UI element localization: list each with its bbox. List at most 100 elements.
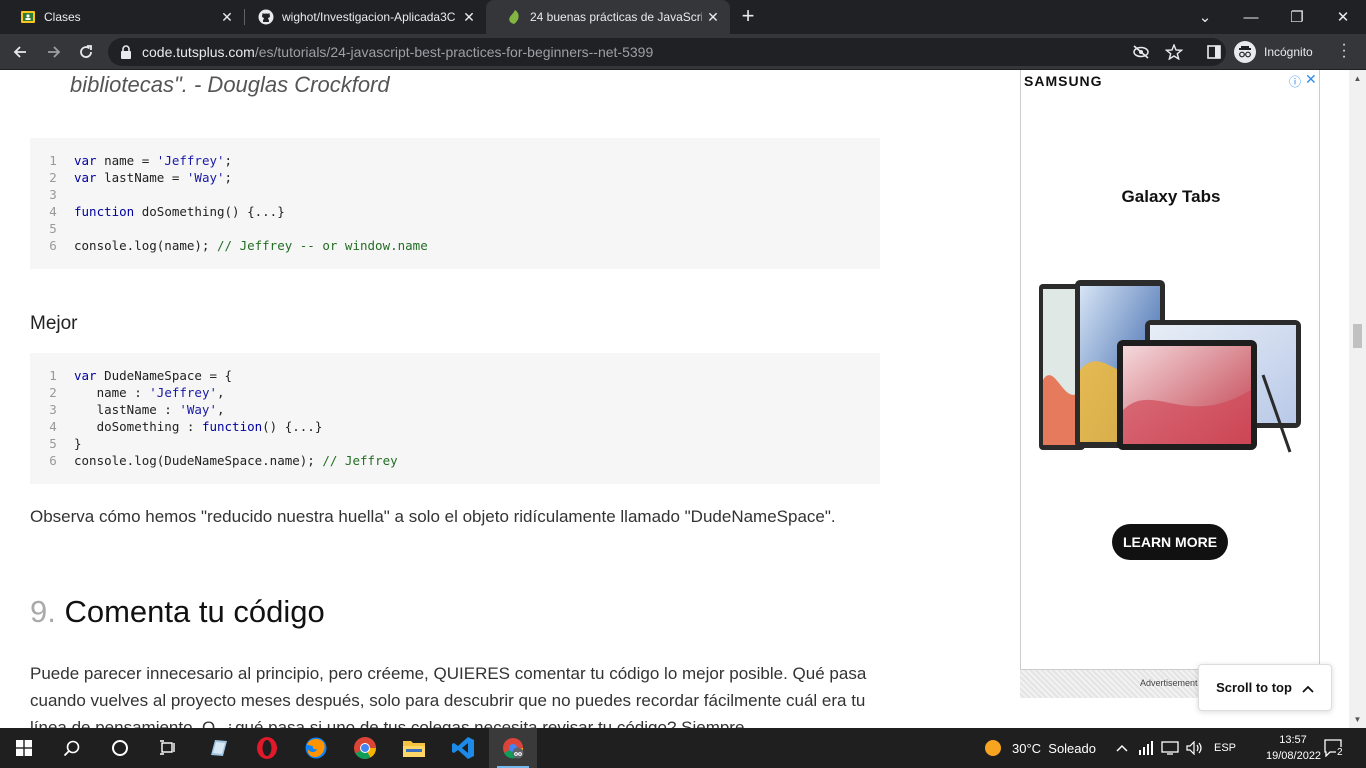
search-button[interactable]	[48, 728, 96, 768]
new-tab-button[interactable]: +	[736, 5, 760, 29]
line-number: 3	[49, 402, 57, 417]
ad-close-icon[interactable]: ✕	[1305, 71, 1317, 88]
tab-github[interactable]: wighot/Investigacion-Aplicada3C ✕	[238, 0, 486, 34]
sticky-notes-icon	[211, 740, 227, 756]
vertical-scrollbar[interactable]: ▲ ▼	[1349, 70, 1366, 728]
paragraph: Observa cómo hemos "reducido nuestra hue…	[30, 507, 836, 526]
firefox-icon	[305, 737, 327, 759]
line-number: 3	[49, 187, 57, 202]
close-icon[interactable]: ✕	[458, 9, 480, 26]
search-icon	[63, 740, 80, 757]
code-line: 2 var lastName = 'Way';	[30, 169, 880, 186]
reload-icon	[80, 45, 92, 58]
chrome-icon	[354, 737, 376, 759]
monitor-icon	[1161, 741, 1179, 755]
code-block: 1 var DudeNameSpace = { 2 name : 'Jeffrey…	[30, 353, 880, 484]
scroll-to-top-label: Scroll to top	[1216, 680, 1292, 695]
scroll-down-arrow-icon[interactable]: ▼	[1349, 711, 1366, 728]
taskbar-app-chrome[interactable]	[341, 728, 389, 768]
chevron-up-icon	[1116, 744, 1128, 752]
taskbar-app-explorer[interactable]	[390, 728, 438, 768]
tab-clases[interactable]: Clases ✕	[0, 0, 244, 34]
arrow-left-icon	[13, 46, 26, 58]
menu-kebab-icon[interactable]: · · ·	[1334, 37, 1354, 65]
lock-icon	[121, 45, 131, 59]
start-button[interactable]	[0, 728, 48, 768]
star-icon[interactable]	[1165, 44, 1183, 60]
incognito-icon	[1234, 41, 1256, 63]
scrollbar-thumb[interactable]	[1353, 324, 1362, 348]
tab-tutsplus[interactable]: 24 buenas prácticas de JavaScript ✕	[486, 0, 730, 34]
subheading-better: Mejor	[30, 313, 78, 334]
envato-leaf-icon	[509, 10, 519, 24]
folder-icon	[403, 741, 425, 757]
url-text[interactable]: code.tutsplus.com/es/tutorials/24-javasc…	[142, 44, 653, 60]
line-number: 5	[49, 436, 57, 451]
windows-taskbar: 30°C Soleado ESP 13:57 19/08/2022 2	[0, 728, 1366, 768]
code-line: 1 var name = 'Jeffrey';	[30, 152, 880, 169]
tab-search-icon[interactable]: ⌄	[1182, 0, 1228, 34]
arrow-right-icon	[48, 46, 61, 58]
classroom-icon	[21, 11, 35, 23]
eye-slash-icon[interactable]	[1132, 44, 1150, 60]
weather-widget[interactable]: 30°C Soleado	[984, 728, 1096, 768]
chevron-up-icon	[1302, 680, 1314, 696]
cortana-button[interactable]	[96, 728, 144, 768]
sun-icon	[985, 740, 1001, 756]
code-line: 6 console.log(name); // Jeffrey -- or win…	[30, 237, 880, 254]
minimize-button[interactable]: —	[1228, 0, 1274, 34]
line-number: 4	[49, 204, 57, 219]
network-icon	[1139, 741, 1153, 755]
clock-date: 19/08/2022	[1266, 750, 1322, 762]
taskbar-app-vscode[interactable]	[439, 728, 487, 768]
paragraph: Puede parecer innecesario al principio, …	[30, 664, 867, 728]
ad-footer-label: Advertisement	[1140, 678, 1198, 688]
code-line: 4 function doSomething() {...}	[30, 203, 880, 220]
learn-more-button[interactable]: LEARN MORE	[1112, 524, 1228, 560]
ad-info-icon[interactable]: ⓘ	[1289, 73, 1301, 90]
line-number: 6	[49, 238, 57, 253]
incognito-indicator[interactable]: Incógnito	[1234, 40, 1313, 64]
desktop-tray[interactable]	[1161, 728, 1179, 768]
forward-button[interactable]	[40, 38, 68, 66]
reload-button[interactable]	[72, 38, 100, 66]
scroll-to-top-button[interactable]: Scroll to top	[1198, 664, 1332, 711]
taskbar-app-notes[interactable]	[194, 728, 242, 768]
address-bar[interactable]: code.tutsplus.com/es/tutorials/24-javasc…	[108, 38, 1226, 66]
section-heading: 9. Comenta tu código	[30, 594, 325, 630]
line-number: 2	[49, 385, 57, 400]
close-icon[interactable]: ✕	[216, 9, 238, 26]
code-block: 1 var name = 'Jeffrey'; 2 var lastName = '…	[30, 138, 880, 269]
tab-title: 24 buenas prácticas de JavaScript	[530, 10, 702, 24]
line-number: 5	[49, 221, 57, 236]
clock-time: 13:57	[1279, 734, 1307, 746]
chrome-incognito-icon	[503, 738, 524, 759]
speaker-icon	[1186, 741, 1202, 755]
taskbar-app-chrome-incognito[interactable]	[489, 728, 537, 768]
network-tray[interactable]	[1138, 728, 1154, 768]
tab-title: wighot/Investigacion-Aplicada3C	[282, 10, 456, 24]
maximize-button[interactable]: ❐	[1274, 0, 1320, 34]
system-clock[interactable]: 13:57 19/08/2022	[1266, 732, 1322, 764]
side-panel-button[interactable]	[1200, 38, 1228, 66]
code-line: 5}	[30, 435, 880, 452]
scroll-up-arrow-icon[interactable]: ▲	[1349, 70, 1366, 87]
task-view-icon	[160, 740, 175, 755]
close-icon[interactable]: ✕	[702, 9, 724, 26]
advertisement[interactable]: SAMSUNG ⓘ ✕ Galaxy Tabs LEARN MORE	[1020, 70, 1320, 670]
notification-count: 2	[1336, 746, 1344, 758]
volume-tray[interactable]	[1186, 728, 1204, 768]
close-window-button[interactable]: ✕	[1320, 0, 1366, 34]
github-icon	[258, 9, 274, 25]
language-indicator[interactable]: ESP	[1214, 728, 1236, 768]
code-line: 3 lastName : 'Way',	[30, 401, 880, 418]
code-line: 2 name : 'Jeffrey',	[30, 384, 880, 401]
ad-brand-logo: SAMSUNG	[1024, 73, 1103, 89]
taskbar-app-opera[interactable]	[243, 728, 291, 768]
browser-tabstrip: Clases ✕ wighot/Investigacion-Aplicada3C…	[0, 0, 1366, 34]
task-view-button[interactable]	[144, 728, 192, 768]
taskbar-app-firefox[interactable]	[292, 728, 340, 768]
back-button[interactable]	[6, 38, 34, 66]
notification-center[interactable]: 2	[1324, 728, 1344, 768]
show-hidden-icons[interactable]	[1116, 728, 1128, 768]
